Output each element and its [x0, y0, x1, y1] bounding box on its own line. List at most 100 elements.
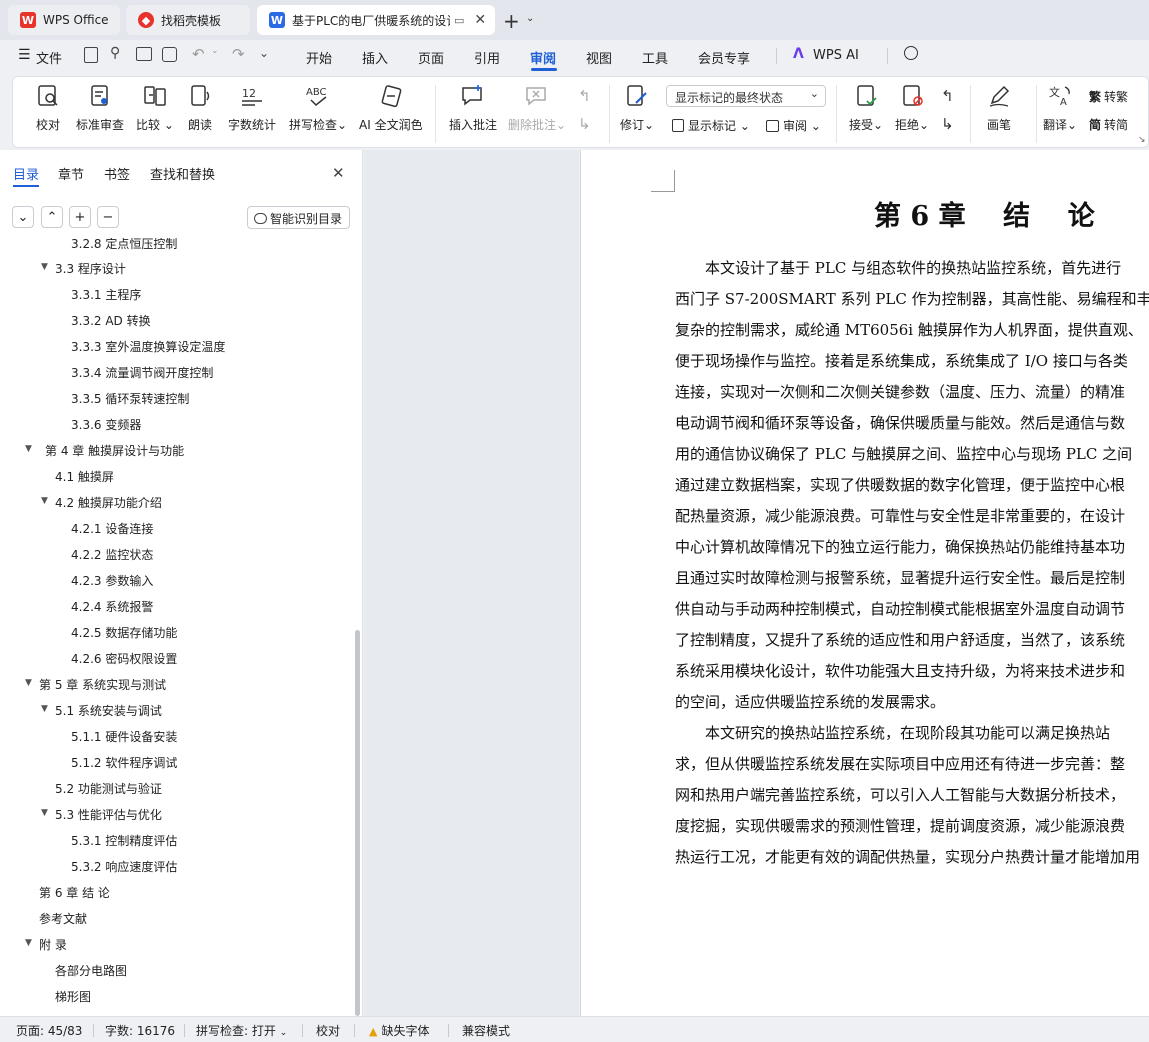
nav-tab-find-replace[interactable]: 查找和替换	[150, 164, 215, 183]
translate-button[interactable]: 文A 翻译⌄	[1043, 83, 1077, 133]
toc-item[interactable]: 附 录	[39, 936, 67, 953]
expand-arrow-icon[interactable]: ▼	[41, 496, 48, 506]
toc-item-partial[interactable]: 3.2.8 定点恒压控制	[71, 238, 177, 252]
close-tab-icon[interactable]: ✕	[474, 12, 486, 28]
word-count-button[interactable]: 12 字数统计	[228, 83, 276, 133]
toc-item[interactable]: 各部分电路图	[55, 962, 127, 979]
remove-heading-button[interactable]: −	[97, 206, 119, 228]
reject-button[interactable]: 拒绝⌄	[895, 83, 929, 133]
undo-icon[interactable]: ↶	[192, 45, 205, 63]
smart-toc-button[interactable]: 智能识别目录	[247, 206, 350, 229]
toc-item[interactable]: 3.3.2 AD 转换	[71, 312, 151, 329]
add-heading-button[interactable]: +	[69, 206, 91, 228]
toc-item[interactable]: 参考文献	[39, 910, 87, 927]
undo-dropdown-icon[interactable]: ⌄	[211, 46, 219, 56]
insert-comment-button[interactable]: 插入批注	[449, 83, 497, 133]
show-markup-select[interactable]: 显示标记的最终状态 ⌄	[666, 85, 826, 107]
toc-item[interactable]: 4.2.5 数据存储功能	[71, 624, 177, 641]
toc-item[interactable]: 4.2.3 参数输入	[71, 572, 153, 589]
toc-item[interactable]: 4.2.2 监控状态	[71, 546, 153, 563]
toc-item[interactable]: 第 4 章 触摸屏设计与功能	[45, 442, 184, 459]
file-menu[interactable]: 文件	[36, 48, 62, 67]
new-tab-icon[interactable]: +	[503, 9, 520, 33]
toc-item[interactable]: 4.2.1 设备连接	[71, 520, 153, 537]
toc-item[interactable]: 4.2.6 密码权限设置	[71, 650, 177, 667]
spell-check-status[interactable]: 拼写检查: 打开 ⌄	[196, 1022, 287, 1039]
expand-arrow-icon[interactable]: ▼	[25, 444, 32, 454]
save-icon[interactable]	[84, 47, 98, 63]
toc-item[interactable]: 5.3.2 响应速度评估	[71, 858, 177, 875]
toc-item[interactable]: 5.1.1 硬件设备安装	[71, 728, 177, 745]
collapse-up-button[interactable]: ⌃	[41, 206, 63, 228]
previous-comment-icon[interactable]: ↰	[578, 87, 591, 105]
monitor-icon[interactable]: ▭	[454, 14, 464, 27]
read-aloud-button[interactable]: 朗读	[187, 83, 213, 133]
link-icon[interactable]: ⚲	[110, 45, 120, 61]
menu-tools[interactable]: 工具	[642, 48, 668, 67]
page-indicator[interactable]: 页面: 45/83	[16, 1022, 82, 1039]
expand-arrow-icon[interactable]: ▼	[25, 678, 32, 688]
next-change-icon[interactable]: ↳	[941, 115, 954, 133]
toc-item[interactable]: 3.3 程序设计	[55, 260, 126, 277]
toc-item[interactable]: 3.3.4 流量调节阀开度控制	[71, 364, 213, 381]
accept-button[interactable]: 接受⌄	[849, 83, 883, 133]
proofread-button[interactable]: 校对	[35, 83, 61, 133]
tab-templates[interactable]: ◆ 找稻壳模板	[126, 5, 250, 35]
menu-wps-ai[interactable]: WPS AI	[813, 48, 859, 63]
toc-item[interactable]: 4.2 触摸屏功能介绍	[55, 494, 162, 511]
menu-insert[interactable]: 插入	[362, 48, 388, 67]
search-icon[interactable]	[904, 46, 918, 60]
missing-font-status[interactable]: ▲ 缺失字体	[369, 1022, 429, 1039]
expand-down-button[interactable]: ⌄	[12, 206, 34, 228]
expand-arrow-icon[interactable]: ▼	[41, 808, 48, 818]
tab-wps-home[interactable]: W WPS Office	[8, 5, 120, 35]
spell-check-button[interactable]: ABC 拼写检查⌄	[289, 83, 347, 133]
menu-home[interactable]: 开始	[306, 48, 332, 67]
to-traditional-button[interactable]: 繁转繁	[1089, 88, 1128, 105]
print-icon[interactable]	[136, 47, 152, 61]
toc-item[interactable]: 3.3.5 循环泵转速控制	[71, 390, 189, 407]
toc-item[interactable]: 5.2 功能测试与验证	[55, 780, 162, 797]
toc-item[interactable]: 第 6 章 结 论	[39, 884, 110, 901]
ai-polish-button[interactable]: AI 全文润色	[359, 83, 423, 133]
menu-references[interactable]: 引用	[474, 48, 500, 67]
toc-item[interactable]: 3.3.3 室外温度换算设定温度	[71, 338, 225, 355]
chevron-down-icon[interactable]: ⌄	[526, 13, 534, 24]
close-pane-icon[interactable]: ✕	[332, 164, 345, 182]
menu-review[interactable]: 审阅	[530, 48, 556, 67]
nav-scrollbar-thumb[interactable]	[355, 630, 360, 1016]
review-pane-button[interactable]: 审阅 ⌄	[766, 117, 821, 134]
nav-tab-bookmarks[interactable]: 书签	[104, 164, 130, 183]
menu-page[interactable]: 页面	[418, 48, 444, 67]
toc-item[interactable]: 5.3.1 控制精度评估	[71, 832, 177, 849]
wps-ai-icon[interactable]: ᐱ	[793, 46, 804, 62]
nav-tab-toc[interactable]: 目录	[13, 164, 39, 183]
word-count-status[interactable]: 字数: 16176	[105, 1022, 175, 1039]
more-quick-icon[interactable]: ⌄	[259, 46, 269, 60]
toc-item[interactable]: 3.3.6 变频器	[71, 416, 141, 433]
brush-button[interactable]: 画笔	[986, 83, 1012, 133]
show-markup-button[interactable]: 显示标记 ⌄	[672, 117, 750, 134]
toc-item[interactable]: 第 5 章 系统实现与测试	[39, 676, 166, 693]
expand-arrow-icon[interactable]: ▼	[25, 938, 32, 948]
next-comment-icon[interactable]: ↳	[578, 115, 591, 133]
standard-review-button[interactable]: 标准审查	[76, 83, 124, 133]
proofread-status[interactable]: 校对	[316, 1022, 340, 1039]
ribbon-expand-icon[interactable]: ↘	[1138, 135, 1146, 145]
to-simplified-button[interactable]: 简转简	[1089, 116, 1128, 133]
hamburger-icon[interactable]: ☰	[18, 47, 31, 63]
toc-item[interactable]: 5.1.2 软件程序调试	[71, 754, 177, 771]
compare-button[interactable]: 比较 ⌄	[136, 83, 174, 133]
expand-arrow-icon[interactable]: ▼	[41, 262, 48, 272]
toc-item[interactable]: 5.3 性能评估与优化	[55, 806, 162, 823]
toc-item[interactable]: 5.1 系统安装与调试	[55, 702, 162, 719]
toc-item[interactable]: 梯形图	[55, 988, 91, 1005]
nav-tab-chapters[interactable]: 章节	[58, 164, 84, 183]
expand-arrow-icon[interactable]: ▼	[41, 704, 48, 714]
tab-document[interactable]: W 基于PLC的电厂供暖系统的设计 ▭ ✕	[257, 5, 495, 35]
menu-view[interactable]: 视图	[586, 48, 612, 67]
document-page[interactable]: 第 6 章 结 论 本文设计了基于 PLC 与组态软件的换热站监控系统，首先进行…	[580, 150, 1149, 1016]
print-preview-icon[interactable]	[162, 47, 177, 62]
delete-comment-button[interactable]: 删除批注⌄	[508, 83, 566, 133]
menu-member[interactable]: 会员专享	[698, 48, 750, 67]
